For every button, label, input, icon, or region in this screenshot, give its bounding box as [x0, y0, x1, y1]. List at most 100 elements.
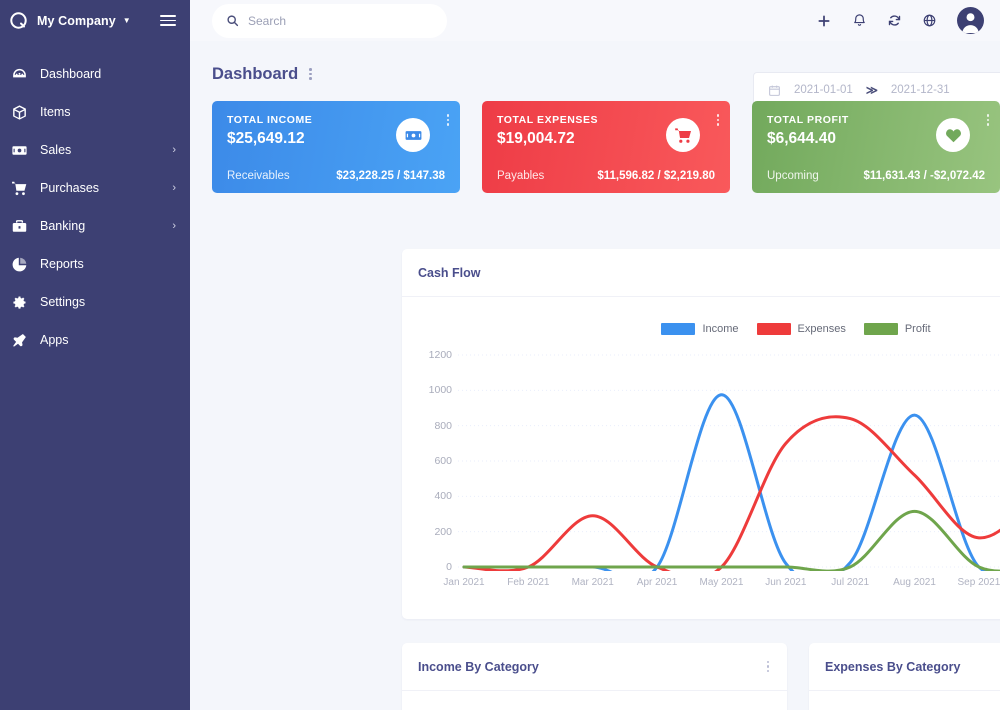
sidebar-item-settings[interactable]: Settings [0, 283, 190, 321]
stat-card-foot-label: Payables [497, 170, 545, 182]
plug-icon [10, 331, 28, 349]
page-options-button[interactable] [307, 66, 314, 82]
legend-item[interactable]: Profit [863, 323, 931, 335]
income-by-category-header: Income By Category [402, 643, 787, 691]
pie-chart-icon [10, 255, 28, 273]
legend-label: Profit [904, 323, 931, 335]
cash-flow-header: Cash Flow [402, 249, 1000, 297]
chart-svg [458, 354, 1000, 571]
sidebar-item-sales[interactable]: Sales › [0, 131, 190, 169]
sidebar-item-items[interactable]: Items [0, 93, 190, 131]
chart-series-line [462, 509, 1000, 571]
hamburger-icon[interactable] [160, 15, 176, 26]
stat-card-foot-label: Upcoming [767, 170, 819, 182]
search-box[interactable] [212, 3, 447, 38]
page-title: Dashboard [212, 64, 299, 83]
stat-card-options-button[interactable] [445, 112, 452, 128]
caret-down-icon[interactable]: ▼ [123, 16, 131, 25]
stat-card-total-expenses[interactable]: TOTAL EXPENSES $19,004.72 Payables $11,5… [482, 101, 730, 193]
legend-swatch [863, 323, 898, 335]
legend-label: Income [702, 323, 739, 335]
speedometer-icon [10, 65, 28, 83]
sidebar-item-banking[interactable]: Banking › [0, 207, 190, 245]
stat-card-footer: Upcoming $11,631.43 / -$2,072.42 [767, 170, 985, 182]
box-icon [10, 103, 28, 121]
stat-card-options-button[interactable] [985, 112, 992, 128]
circle-q-logo-icon [10, 12, 27, 29]
sidebar-item-purchases[interactable]: Purchases › [0, 169, 190, 207]
cash-flow-panel: Cash Flow Income Expenses Profit 0 200 400 60… [402, 249, 1000, 619]
sidebar-nav: Dashboard Items Sales › Purchases › Bank… [0, 55, 190, 359]
stat-card-total-income[interactable]: TOTAL INCOME $25,649.12 Receivables $23,… [212, 101, 460, 193]
topbar [190, 0, 1000, 41]
x-axis-tick-label: Jan 2021 [443, 577, 485, 588]
sidebar-item-label: Settings [40, 295, 86, 309]
sidebar-brand[interactable]: My Company ▼ [0, 0, 190, 41]
sidebar-item-label: Dashboard [40, 67, 102, 81]
sidebar-item-label: Sales [40, 143, 72, 157]
cash-flow-chart: Income Expenses Profit 0 200 400 600 800 1000 12… [402, 297, 1000, 617]
legend-label: Expenses [797, 323, 846, 335]
x-axis-tick-label: Apr 2021 [636, 577, 678, 588]
panel-title: Cash Flow [418, 265, 481, 280]
x-axis-tick-label: Mar 2021 [571, 577, 614, 588]
avatar[interactable] [957, 7, 984, 34]
search-input[interactable] [248, 13, 433, 28]
sidebar: My Company ▼ Dashboard Items Sales › Pur… [0, 0, 190, 710]
plus-icon[interactable] [816, 13, 832, 29]
sidebar-item-label: Apps [40, 333, 69, 347]
panel-title: Expenses By Category [825, 659, 961, 674]
date-range-start[interactable]: 2021-01-01 [794, 84, 853, 96]
sidebar-item-dashboard[interactable]: Dashboard [0, 55, 190, 93]
chevron-right-icon: › [172, 143, 176, 156]
banknote-icon [396, 118, 430, 152]
chart-series-line [462, 393, 1000, 571]
income-by-category-options-button[interactable] [765, 659, 772, 675]
sidebar-item-label: Items [40, 105, 71, 119]
x-axis-tick-label: Aug 2021 [893, 577, 936, 588]
heart-icon [936, 118, 970, 152]
legend-swatch [661, 323, 696, 335]
stat-card-total-profit[interactable]: TOTAL PROFIT $6,644.40 Upcoming $11,631.… [752, 101, 1000, 193]
legend-item[interactable]: Income [661, 323, 739, 335]
dashboard-app: My Company ▼ Dashboard Items Sales › Pur… [0, 0, 1000, 710]
briefcase-icon [10, 217, 28, 235]
x-axis-tick-label: Sep 2021 [957, 577, 1000, 588]
globe-icon[interactable] [922, 13, 937, 28]
cart-icon [666, 118, 700, 152]
expenses-by-category-panel: Expenses By Category [809, 643, 1000, 710]
refresh-icon[interactable] [887, 13, 902, 28]
expenses-by-category-header: Expenses By Category [809, 643, 1000, 691]
sidebar-item-label: Reports [40, 257, 84, 271]
main-content: Dashboard 2021-01-01 ≫ 2021-12-31 TOTAL … [190, 0, 1000, 710]
cart-icon [10, 179, 28, 197]
stat-card-footer: Receivables $23,228.25 / $147.38 [227, 170, 445, 182]
topbar-actions [816, 7, 986, 34]
stat-card-foot-label: Receivables [227, 170, 290, 182]
date-range-end[interactable]: 2021-12-31 [891, 84, 950, 96]
bell-icon[interactable] [852, 13, 867, 28]
x-axis-tick-label: May 2021 [699, 577, 744, 588]
stat-cards: TOTAL INCOME $25,649.12 Receivables $23,… [190, 93, 1000, 193]
legend-swatch [756, 323, 791, 335]
chart-x-axis: Jan 2021 Feb 2021 Mar 2021 Apr 2021 May 2021… [402, 577, 1000, 597]
sidebar-item-reports[interactable]: Reports [0, 245, 190, 283]
income-by-category-panel: Income By Category [402, 643, 787, 710]
sidebar-item-apps[interactable]: Apps [0, 321, 190, 359]
search-icon [226, 14, 239, 27]
stat-card-foot-value: $23,228.25 / $147.38 [336, 170, 445, 182]
stat-card-foot-value: $11,596.82 / $2,219.80 [597, 170, 715, 182]
x-axis-tick-label: Jul 2021 [831, 577, 870, 588]
banknote-icon [10, 141, 28, 159]
x-axis-tick-label: Jun 2021 [765, 577, 807, 588]
chart-plot-area: 0 200 400 600 800 1000 1200 Jan 2021 Feb 2021 Ma… [402, 349, 1000, 589]
chevron-right-icon: › [172, 181, 176, 194]
legend-item[interactable]: Expenses [756, 323, 846, 335]
chevron-right-icon: › [172, 219, 176, 232]
stat-card-options-button[interactable] [715, 112, 722, 128]
gear-icon [10, 293, 28, 311]
panel-title: Income By Category [418, 659, 539, 674]
date-range-separator: ≫ [865, 85, 878, 97]
company-name: My Company [37, 13, 116, 28]
sidebar-item-label: Purchases [40, 181, 100, 195]
